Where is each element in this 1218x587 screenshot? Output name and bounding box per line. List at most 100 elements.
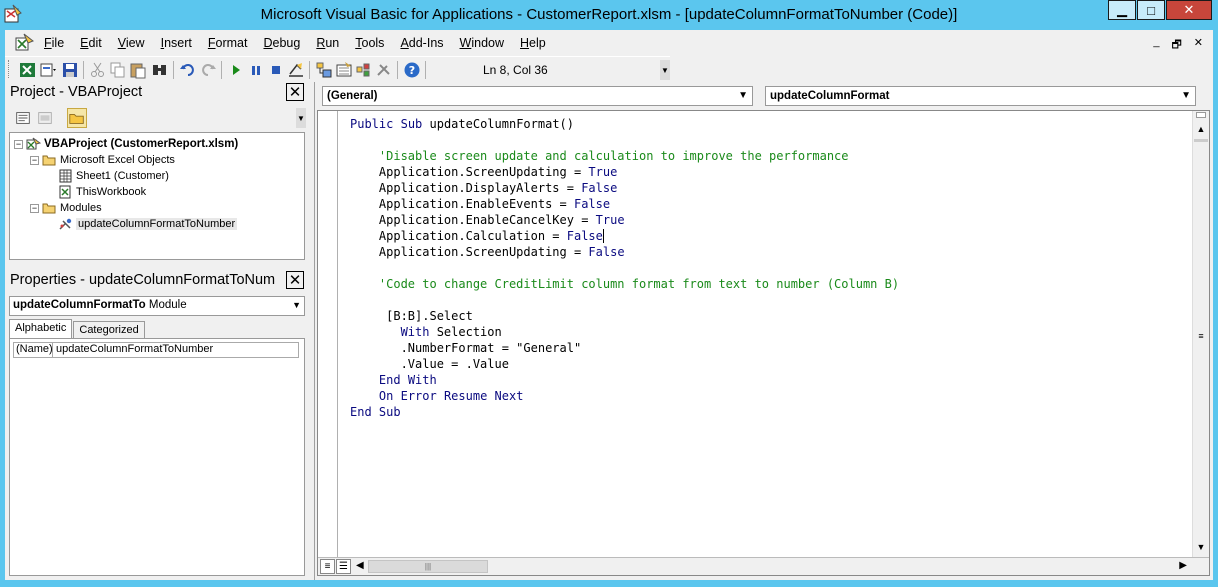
paste-icon[interactable]: [129, 61, 147, 79]
code-line[interactable]: .NumberFormat = "General": [350, 340, 899, 356]
chevron-down-icon[interactable]: ▼: [738, 90, 748, 101]
redo-icon[interactable]: [199, 61, 217, 79]
help-icon[interactable]: ?: [403, 61, 421, 79]
menu-window[interactable]: Window: [460, 36, 504, 50]
code-line[interactable]: With Selection: [350, 324, 899, 340]
scroll-down-icon[interactable]: ▼: [1193, 539, 1209, 555]
excel-vba-icon[interactable]: [15, 33, 35, 53]
code-line[interactable]: Application.ScreenUpdating = False: [350, 244, 899, 260]
code-line[interactable]: On Error Resume Next: [350, 388, 899, 404]
tree-item-thisworkbook[interactable]: ThisWorkbook: [58, 184, 146, 200]
project-explorer-icon[interactable]: [315, 61, 333, 79]
code-line[interactable]: Application.Calculation = False: [350, 228, 899, 244]
menu-tools[interactable]: Tools: [355, 36, 384, 50]
tree-item-vbaproject[interactable]: − VBAProject (CustomerReport.xlsm): [14, 136, 238, 152]
menu-insert[interactable]: Insert: [161, 36, 192, 50]
code-line[interactable]: Application.ScreenUpdating = True: [350, 164, 899, 180]
property-row[interactable]: (Name) updateColumnFormatToNumber: [13, 342, 299, 358]
toggle-folders-icon[interactable]: [67, 108, 87, 128]
view-excel-icon[interactable]: [19, 61, 37, 79]
scroll-up-icon[interactable]: ▲: [1193, 121, 1209, 137]
property-value[interactable]: updateColumnFormatToNumber: [53, 343, 213, 357]
tree-item-modules[interactable]: − Modules: [30, 200, 102, 216]
project-toolbar-chevron-icon[interactable]: ▼: [296, 108, 306, 128]
toolbar-grip[interactable]: [8, 60, 11, 78]
code-line[interactable]: Application.EnableCancelKey = True: [350, 212, 899, 228]
title-bar[interactable]: Microsoft Visual Basic for Applications …: [0, 0, 1218, 30]
scroll-grip-icon[interactable]: ≡: [1193, 328, 1209, 344]
properties-window-icon[interactable]: [335, 61, 353, 79]
insert-module-icon[interactable]: [39, 61, 57, 79]
scroll-left-icon[interactable]: ◀: [356, 560, 364, 571]
tree-item-sheet1[interactable]: Sheet1 (Customer): [58, 168, 169, 184]
toolbox-icon[interactable]: [375, 61, 393, 79]
code-line[interactable]: .Value = .Value: [350, 356, 899, 372]
mdi-close-button[interactable]: ✕: [1194, 36, 1203, 55]
object-browser-icon[interactable]: [355, 61, 373, 79]
run-icon[interactable]: [227, 61, 245, 79]
chevron-down-icon[interactable]: ▼: [292, 300, 301, 310]
maximize-button[interactable]: □: [1137, 0, 1165, 20]
menu-bar: File Edit View Insert Format Debug Run T…: [5, 30, 1213, 56]
menu-format[interactable]: Format: [208, 36, 248, 50]
code-line[interactable]: Application.EnableEvents = False: [350, 196, 899, 212]
code-line[interactable]: [B:B].Select: [350, 308, 899, 324]
tree-item-excel-objects[interactable]: − Microsoft Excel Objects: [30, 152, 175, 168]
menu-edit[interactable]: Edit: [80, 36, 102, 50]
mdi-restore-button[interactable]: 🗗: [1171, 36, 1181, 55]
design-mode-icon[interactable]: [287, 61, 305, 79]
procedure-view-icon[interactable]: ≡: [320, 559, 335, 574]
menu-run[interactable]: Run: [316, 36, 339, 50]
menu-view[interactable]: View: [118, 36, 145, 50]
margin-indicator-bar[interactable]: [318, 111, 338, 557]
toolbar-options-chevron-icon[interactable]: ▼: [660, 60, 670, 80]
procedure-combo[interactable]: updateColumnFormat ▼: [765, 86, 1196, 106]
horizontal-scroll-thumb[interactable]: |||: [368, 560, 488, 573]
collapse-icon[interactable]: −: [30, 155, 39, 165]
copy-icon[interactable]: [109, 61, 127, 79]
chevron-down-icon[interactable]: ▼: [1181, 90, 1191, 101]
properties-pane-close-button[interactable]: ✕: [286, 271, 304, 289]
code-editor[interactable]: Public Sub updateColumnFormat() 'Disable…: [317, 110, 1210, 576]
undo-icon[interactable]: [179, 61, 197, 79]
code-line[interactable]: [350, 292, 899, 308]
code-line[interactable]: 'Disable screen update and calculation t…: [350, 148, 899, 164]
code-text[interactable]: Public Sub updateColumnFormat() 'Disable…: [350, 116, 899, 420]
project-pane-close-button[interactable]: ✕: [286, 83, 304, 101]
break-icon[interactable]: [247, 61, 265, 79]
code-line[interactable]: 'Code to change CreditLimit column forma…: [350, 276, 899, 292]
code-line[interactable]: Application.DisplayAlerts = False: [350, 180, 899, 196]
project-tree[interactable]: − VBAProject (CustomerReport.xlsm) − Mic…: [9, 132, 305, 260]
tab-categorized[interactable]: Categorized: [73, 321, 145, 339]
minimize-button[interactable]: ▁: [1108, 0, 1136, 20]
menu-help[interactable]: Help: [520, 36, 546, 50]
properties-object-select[interactable]: updateColumnFormatTo Module ▼: [9, 296, 305, 316]
menu-file[interactable]: File: [44, 36, 64, 50]
mdi-minimize-button[interactable]: _: [1153, 36, 1159, 55]
find-icon[interactable]: [151, 61, 169, 79]
collapse-icon[interactable]: −: [14, 139, 23, 149]
tab-alphabetic[interactable]: Alphabetic: [9, 319, 73, 339]
menu-debug[interactable]: Debug: [263, 36, 300, 50]
properties-grid: (Name) updateColumnFormatToNumber: [9, 338, 305, 576]
close-window-button[interactable]: ✕: [1166, 0, 1212, 20]
menu-add-ins[interactable]: Add-Ins: [400, 36, 443, 50]
code-line[interactable]: End Sub: [350, 404, 899, 420]
code-line[interactable]: [350, 260, 899, 276]
view-code-icon[interactable]: [13, 108, 33, 128]
object-combo[interactable]: (General) ▼: [322, 86, 753, 106]
tree-item-module-update[interactable]: updateColumnFormatToNumber: [58, 216, 238, 232]
code-line[interactable]: End With: [350, 372, 899, 388]
cut-icon[interactable]: [89, 61, 107, 79]
collapse-icon[interactable]: −: [30, 203, 39, 213]
scroll-right-icon[interactable]: ▶: [1179, 560, 1187, 571]
save-icon[interactable]: [61, 61, 79, 79]
scroll-thumb[interactable]: [1194, 139, 1208, 142]
reset-icon[interactable]: [267, 61, 285, 79]
view-object-icon[interactable]: [35, 108, 55, 128]
code-line[interactable]: Public Sub updateColumnFormat(): [350, 116, 899, 132]
vertical-scrollbar[interactable]: ▲ ≡ ▼: [1192, 111, 1209, 557]
full-module-view-icon[interactable]: ☰: [336, 559, 351, 574]
code-line[interactable]: [350, 132, 899, 148]
split-bar-handle[interactable]: [1196, 112, 1206, 118]
